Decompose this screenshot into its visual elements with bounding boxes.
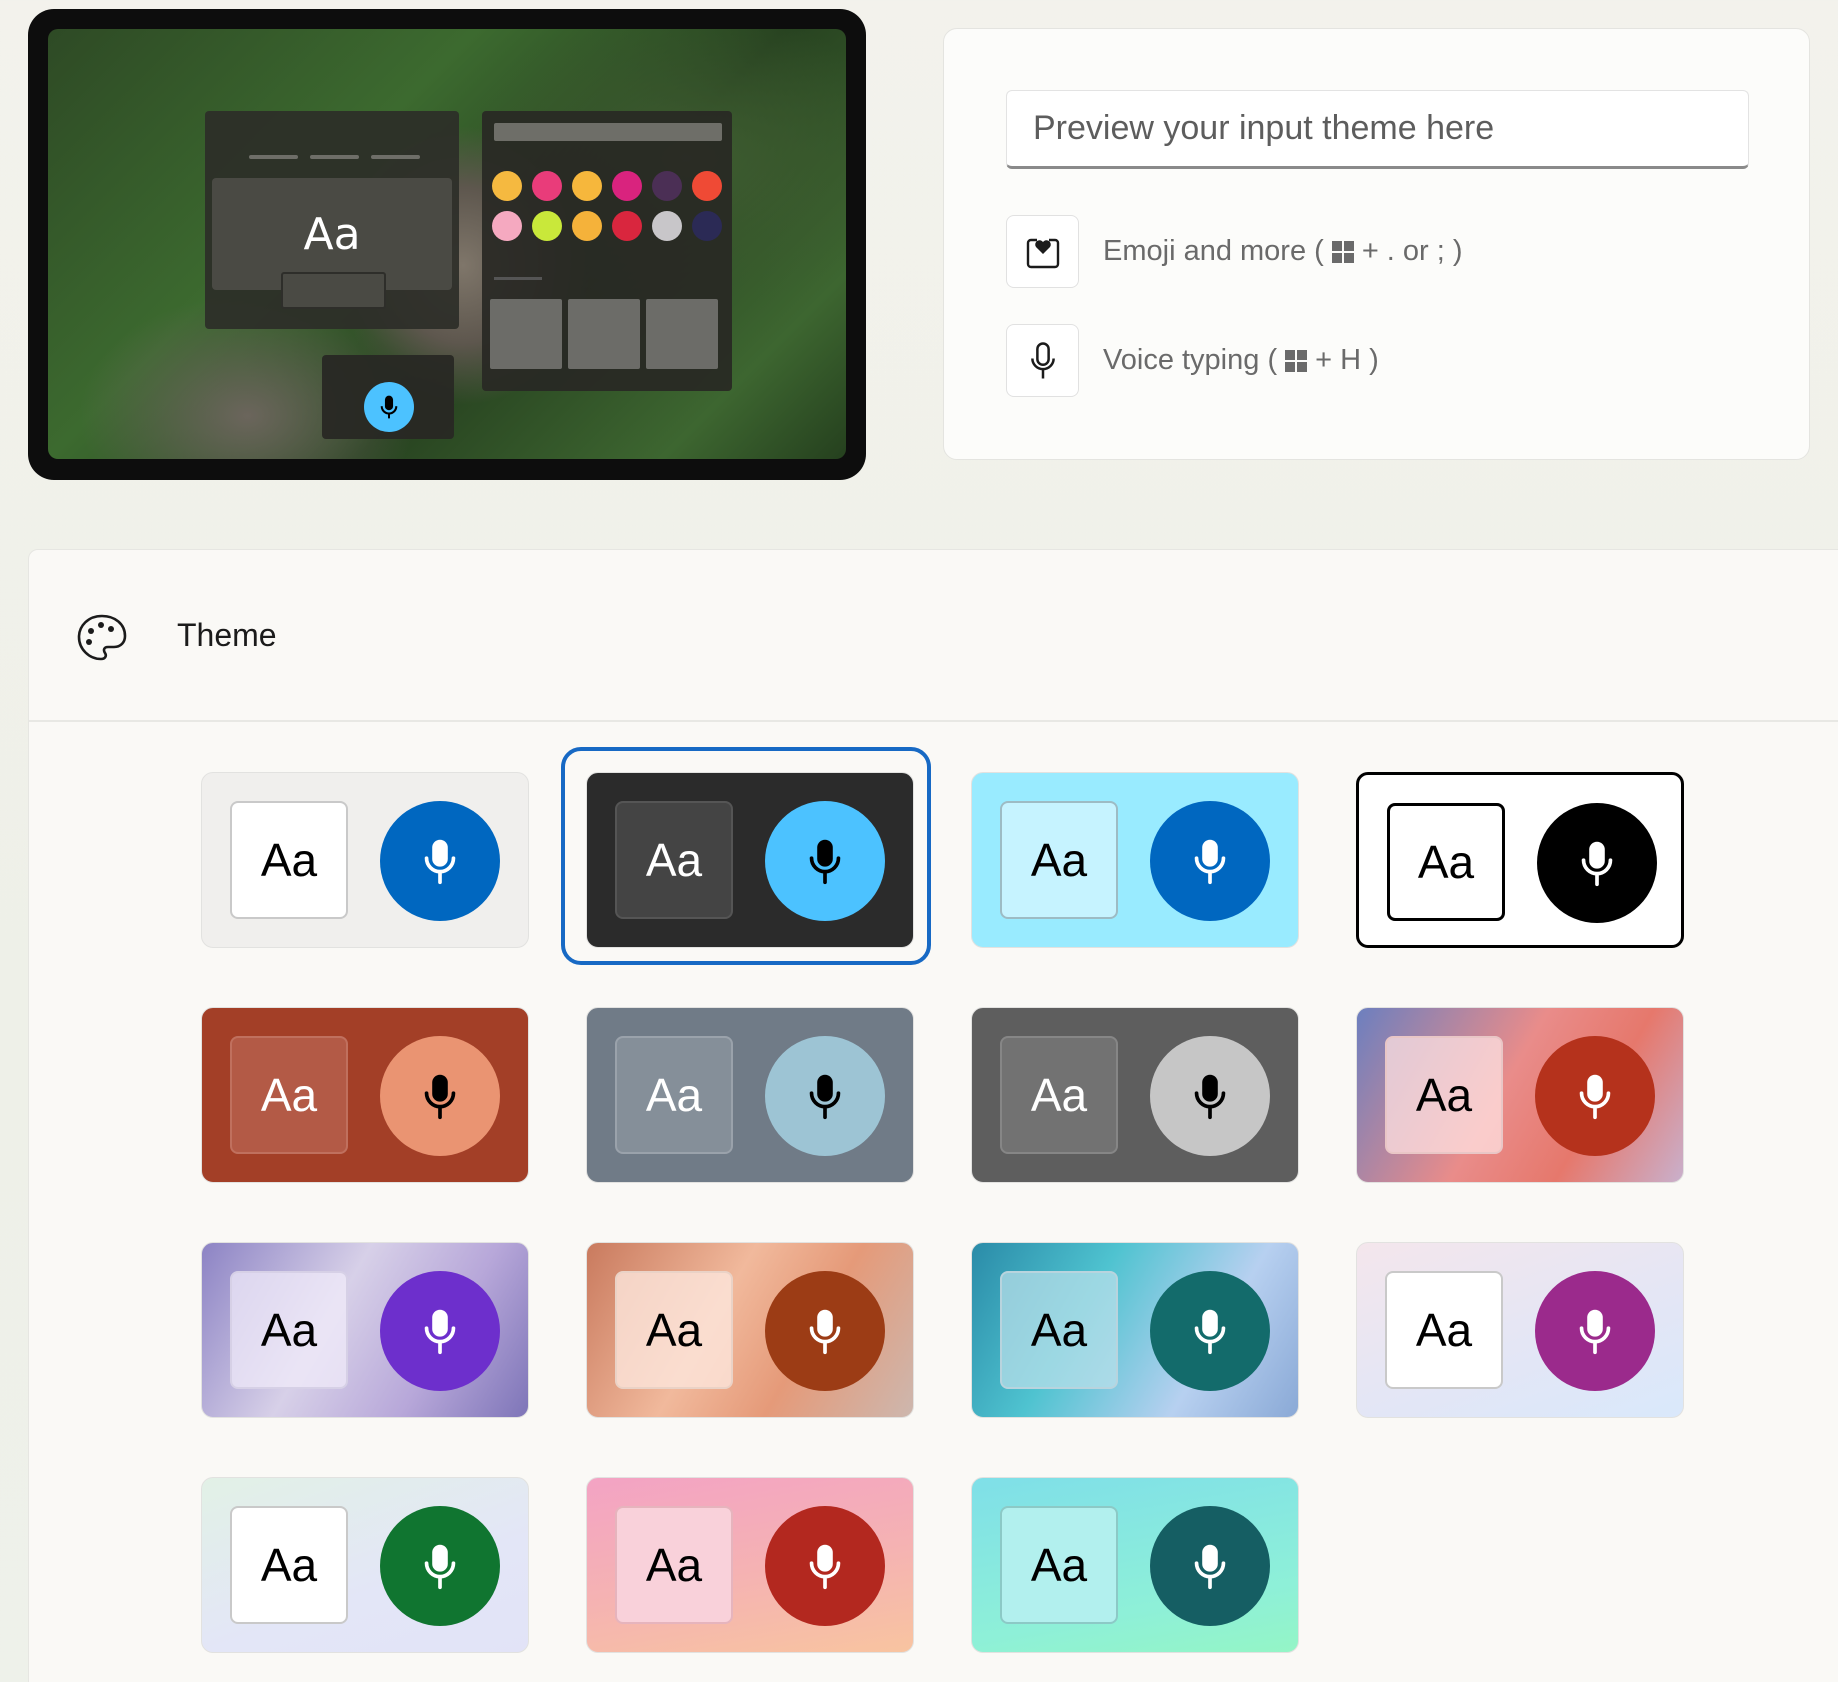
microphone-icon xyxy=(380,1506,500,1626)
preview-keyboard-space xyxy=(281,272,386,309)
microphone-icon xyxy=(1535,1036,1655,1156)
theme-tile-lavender-bloom[interactable]: Aa xyxy=(201,1242,529,1418)
shortcut-voice-keys: + H ) xyxy=(1315,344,1379,376)
preview-emoji-dot xyxy=(612,171,642,201)
theme-tile-key: Aa xyxy=(1000,1271,1118,1389)
theme-tile-peach-bloom[interactable]: Aa xyxy=(586,1242,914,1418)
preview-emoji-dot xyxy=(692,211,722,241)
theme-tile-sunset-bloom[interactable]: Aa xyxy=(1356,1007,1684,1183)
preview-emoji-divider xyxy=(494,277,542,280)
theme-tile-key: Aa xyxy=(230,1506,348,1624)
theme-tile-orchid[interactable]: Aa xyxy=(1356,1242,1684,1418)
theme-title: Theme xyxy=(177,617,277,653)
theme-tile-key: Aa xyxy=(1385,1036,1503,1154)
preview-emoji-grid xyxy=(492,171,722,241)
theme-tile-key: Aa xyxy=(1000,1506,1118,1624)
theme-tile-key: Aa xyxy=(230,1036,348,1154)
shortcut-emoji-label: Emoji and more ( xyxy=(1103,235,1324,267)
preview-input[interactable]: Preview your input theme here xyxy=(1006,90,1749,169)
theme-tile-key: Aa xyxy=(230,1271,348,1389)
shortcut-voice-label: Voice typing ( xyxy=(1103,344,1278,376)
theme-tile-high-contrast[interactable]: Aa xyxy=(1356,772,1684,948)
theme-tile-key: Aa xyxy=(230,801,348,919)
microphone-icon xyxy=(1006,324,1079,397)
preview-emoji-dot xyxy=(492,211,522,241)
microphone-icon xyxy=(1150,1036,1270,1156)
theme-tile-key: Aa xyxy=(1387,803,1505,921)
palette-icon xyxy=(74,610,130,670)
theme-tile-rust[interactable]: Aa xyxy=(201,1007,529,1183)
preview-card: Preview your input theme here Emoji and … xyxy=(943,28,1810,460)
microphone-icon xyxy=(765,1036,885,1156)
preview-wallpaper: Aa xyxy=(48,29,846,459)
theme-card: Theme Aa Aa Aa Aa Aa Aa Aa Aa Aa Aa Aa Aa Aa Aa Aa xyxy=(28,549,1838,1682)
preview-emoji-dot xyxy=(572,171,602,201)
preview-emoji-tiles xyxy=(490,299,718,369)
windows-key-icon xyxy=(1285,349,1308,372)
microphone-icon xyxy=(765,1506,885,1626)
microphone-icon xyxy=(765,801,885,921)
preview-voice-mic-icon xyxy=(364,382,414,432)
shortcut-emoji-keys: + . or ; ) xyxy=(1361,235,1463,267)
preview-emoji-dot xyxy=(532,211,562,241)
theme-tile-key: Aa xyxy=(615,1506,733,1624)
theme-preview-device: Aa xyxy=(28,9,866,480)
theme-tile-key: Aa xyxy=(615,1271,733,1389)
microphone-icon xyxy=(765,1271,885,1391)
shortcut-emoji: Emoji and more ( + . or ; ) xyxy=(1006,215,1463,288)
theme-tile-aqua[interactable]: Aa xyxy=(971,772,1299,948)
preview-emoji-search xyxy=(494,123,722,141)
microphone-icon xyxy=(1537,803,1657,923)
preview-input-placeholder: Preview your input theme here xyxy=(1033,109,1495,147)
preview-keyboard: Aa xyxy=(205,111,459,329)
preview-voice-panel xyxy=(322,355,454,439)
theme-tile-slate[interactable]: Aa xyxy=(586,1007,914,1183)
microphone-icon xyxy=(380,1036,500,1156)
theme-tile-seafoam[interactable]: Aa xyxy=(971,1477,1299,1653)
theme-tile-light[interactable]: Aa xyxy=(201,772,529,948)
theme-tile-dark[interactable]: Aa xyxy=(586,772,914,948)
theme-tile-key: Aa xyxy=(1000,801,1118,919)
windows-key-icon xyxy=(1331,240,1354,263)
microphone-icon xyxy=(1150,801,1270,921)
preview-emoji-dot xyxy=(492,171,522,201)
preview-emoji-dot xyxy=(652,171,682,201)
theme-tile-key: Aa xyxy=(615,801,733,919)
theme-tile-key: Aa xyxy=(615,1036,733,1154)
theme-tile-teal-bloom[interactable]: Aa xyxy=(971,1242,1299,1418)
shortcut-voice: Voice typing ( + H ) xyxy=(1006,324,1379,397)
theme-tile-key: Aa xyxy=(1000,1036,1118,1154)
microphone-icon xyxy=(1150,1506,1270,1626)
emoji-heart-icon xyxy=(1006,215,1079,288)
theme-tile-mint[interactable]: Aa xyxy=(201,1477,529,1653)
theme-tile-blush[interactable]: Aa xyxy=(586,1477,914,1653)
preview-emoji-dot xyxy=(652,211,682,241)
preview-keyboard-tabs xyxy=(249,155,420,159)
preview-emoji-dot xyxy=(572,211,602,241)
preview-emoji-dot xyxy=(532,171,562,201)
preview-emoji-dot xyxy=(692,171,722,201)
theme-tile-key: Aa xyxy=(1385,1271,1503,1389)
microphone-icon xyxy=(380,1271,500,1391)
theme-tile-graphite[interactable]: Aa xyxy=(971,1007,1299,1183)
preview-emoji-dot xyxy=(612,211,642,241)
preview-emoji-panel xyxy=(482,111,732,391)
microphone-icon xyxy=(1535,1271,1655,1391)
microphone-icon xyxy=(380,801,500,921)
microphone-icon xyxy=(1150,1271,1270,1391)
theme-header: Theme xyxy=(29,550,1838,722)
